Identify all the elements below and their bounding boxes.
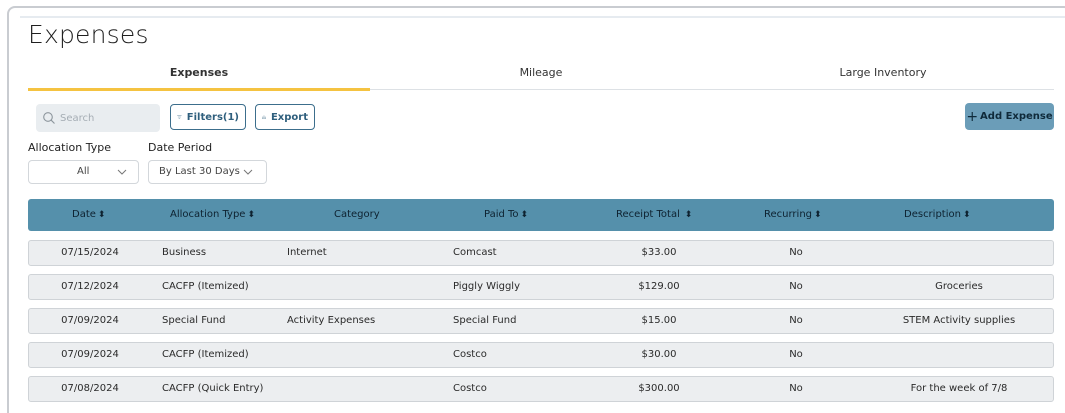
download-icon [262, 115, 266, 119]
cell-receipt-total: $300.00 [638, 383, 680, 394]
search-icon [43, 112, 55, 124]
active-tab-indicator [28, 88, 370, 91]
table-row[interactable]: 07/09/2024 Special Fund Activity Expense… [28, 308, 1054, 334]
column-header-paid-to[interactable]: Paid To ⬍ [484, 199, 528, 231]
cell-date: 07/08/2024 [61, 383, 119, 394]
column-header-label: Date [72, 209, 96, 220]
tab-bar: Expenses Mileage Large Inventory [28, 62, 1054, 91]
column-header-description[interactable]: Description ⬍ [904, 199, 971, 231]
cell-allocation-type: Business [162, 247, 207, 258]
table-row[interactable]: 07/15/2024 Business Internet Comcast $33… [28, 240, 1054, 266]
table-header: Date ⬍ Allocation Type ⬍ Category Paid To ⬍… [28, 199, 1054, 231]
column-header-recurring[interactable]: Recurring ⬍ [764, 199, 822, 231]
cell-receipt-total: $129.00 [638, 281, 680, 292]
cell-category: Activity Expenses [287, 315, 376, 326]
cell-allocation-type: CACFP (Quick Entry) [162, 383, 264, 394]
export-button-label: Export [270, 111, 308, 123]
cell-description: STEM Activity supplies [902, 315, 1016, 326]
cell-paid-to: Special Fund [453, 315, 517, 326]
column-header-allocation-type[interactable]: Allocation Type ⬍ [170, 199, 255, 231]
sort-icon: ⬍ [681, 210, 693, 220]
cell-category: Internet [287, 247, 327, 258]
column-header-receipt-total[interactable]: Receipt Total ⬍ [616, 199, 692, 231]
top-divider [20, 16, 1065, 18]
plus-icon: + [966, 108, 979, 125]
filter-lines-icon [177, 115, 182, 119]
cell-allocation-type: Special Fund [162, 315, 226, 326]
tab-mileage-label: Mileage [519, 66, 563, 79]
filters-button-label: Filters(1) [186, 111, 239, 123]
tab-expenses-label: Expenses [169, 66, 229, 79]
search-input[interactable] [60, 109, 155, 127]
tab-expenses[interactable]: Expenses [28, 62, 370, 91]
add-expense-button[interactable]: + Add Expense [965, 103, 1054, 130]
tab-large-inventory-label: Large Inventory [839, 66, 927, 79]
cell-date: 07/12/2024 [61, 281, 119, 292]
cell-recurring: No [789, 315, 803, 326]
column-header-label: Category [334, 209, 380, 220]
search-box[interactable] [36, 104, 160, 132]
tab-large-inventory[interactable]: Large Inventory [712, 62, 1054, 90]
table-row[interactable]: 07/09/2024 CACFP (Itemized) Costco $30.0… [28, 342, 1054, 368]
cell-receipt-total: $30.00 [641, 349, 677, 360]
page-title: Expenses [28, 20, 149, 49]
column-header-label: Paid To [484, 209, 519, 220]
cell-recurring: No [789, 281, 803, 292]
cell-description [863, 343, 1055, 367]
cell-paid-to: Piggly Wiggly [453, 281, 520, 292]
tab-mileage[interactable]: Mileage [370, 62, 712, 90]
cell-description: For the week of 7/8 [910, 383, 1008, 394]
column-header-label: Recurring [764, 209, 812, 220]
column-header-label: Receipt Total [616, 209, 680, 220]
sort-icon: ⬍ [97, 210, 106, 220]
cell-recurring: No [789, 247, 803, 258]
allocation-type-value: All [77, 166, 90, 177]
cell-description: Groceries [935, 281, 983, 292]
allocation-type-select[interactable]: All [28, 160, 139, 184]
cell-recurring: No [789, 383, 803, 394]
cell-paid-to: Comcast [453, 247, 497, 258]
column-header-label: Allocation Type [170, 209, 246, 220]
sort-icon: ⬍ [962, 210, 971, 220]
date-period-select[interactable]: By Last 30 Days [148, 160, 267, 184]
chevron-down-icon [243, 169, 253, 175]
column-header-label: Description [904, 209, 961, 220]
sort-icon: ⬍ [520, 210, 529, 220]
sort-icon: ⬍ [247, 210, 255, 220]
table-row[interactable]: 07/12/2024 CACFP (Itemized) Piggly Wiggl… [28, 274, 1054, 300]
cell-receipt-total: $33.00 [641, 247, 677, 258]
sort-icon: ⬍ [814, 210, 822, 220]
column-header-category: Category [334, 199, 380, 231]
date-period-label: Date Period [148, 141, 213, 154]
cell-date: 07/09/2024 [61, 349, 119, 360]
column-header-date[interactable]: Date ⬍ [72, 199, 105, 231]
cell-date: 07/09/2024 [61, 315, 119, 326]
add-expense-label: Add Expense [980, 111, 1053, 122]
filters-button[interactable]: Filters(1) [170, 104, 246, 130]
cell-receipt-total: $15.00 [641, 315, 677, 326]
table-row[interactable]: 07/08/2024 CACFP (Quick Entry) Costco $3… [28, 376, 1054, 402]
cell-recurring: No [789, 349, 803, 360]
allocation-type-label: Allocation Type [28, 141, 111, 154]
chevron-down-icon [117, 169, 127, 175]
cell-date: 07/15/2024 [61, 247, 119, 258]
cell-paid-to: Costco [453, 349, 487, 360]
date-period-value: By Last 30 Days [159, 166, 240, 177]
cell-allocation-type: CACFP (Itemized) [162, 281, 249, 292]
export-button[interactable]: Export [255, 104, 315, 130]
cell-paid-to: Costco [453, 383, 487, 394]
cell-allocation-type: CACFP (Itemized) [162, 349, 249, 360]
cell-description [863, 241, 1055, 265]
